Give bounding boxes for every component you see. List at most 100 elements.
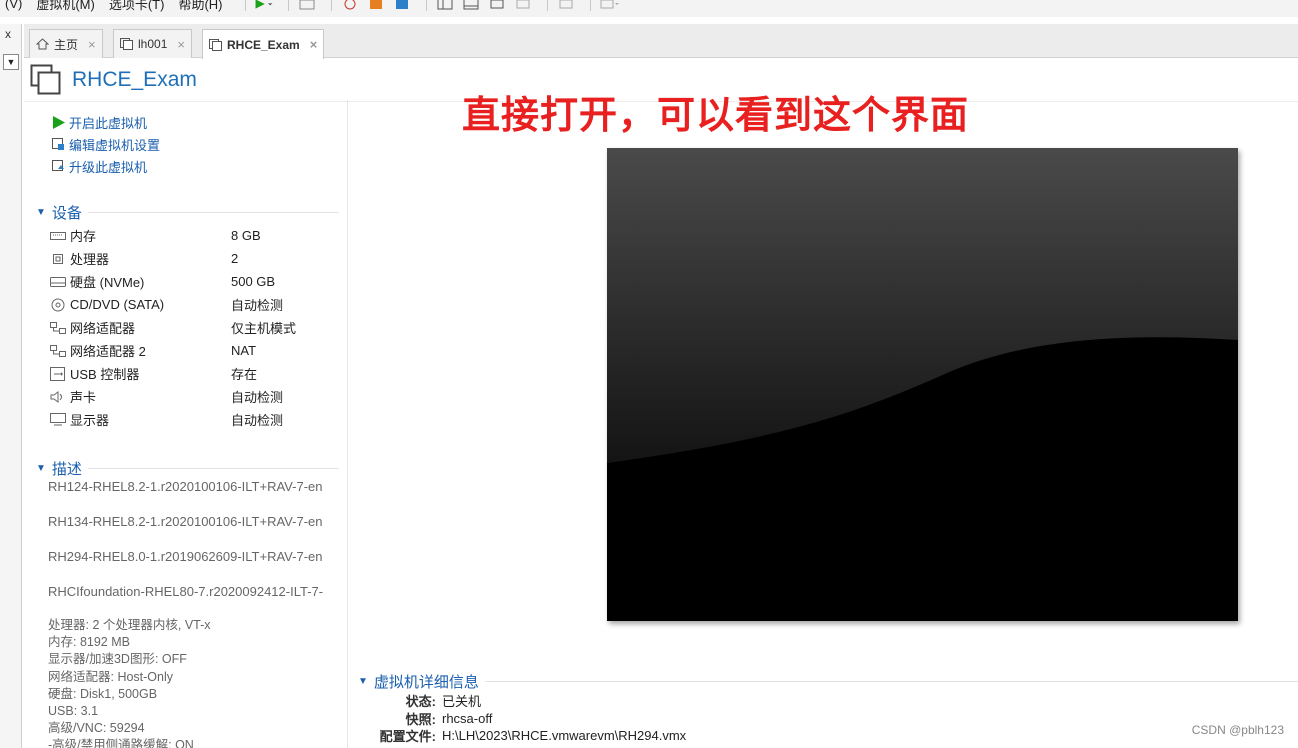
stretch-button[interactable] — [599, 0, 619, 11]
memory-icon — [49, 229, 66, 243]
device-value: 仅主机模式 — [231, 321, 297, 336]
description-section-header[interactable]: ▼ 描述 — [36, 458, 339, 479]
cd-icon — [49, 298, 66, 312]
edit-vm-settings-link[interactable]: 编辑虚拟机设置 — [51, 133, 160, 155]
device-row-hard-disk[interactable]: 硬盘 (NVMe) 500 GB — [49, 270, 349, 293]
snapshot-manager-button[interactable] — [392, 0, 412, 11]
section-rule — [87, 212, 339, 213]
toolbar-separator — [425, 0, 427, 11]
annotation-text: 直接打开，可以看到这个界面 — [462, 95, 970, 137]
library-dropdown-icon[interactable]: ▼ — [3, 54, 19, 70]
collapse-arrow-icon[interactable]: ▼ — [358, 676, 368, 687]
device-value: 2 — [231, 251, 239, 266]
vm-header: RHCE_Exam — [30, 62, 197, 98]
power-on-vm-link[interactable]: 开启此虚拟机 — [51, 111, 160, 133]
device-value: 自动检测 — [231, 413, 284, 428]
vm-detail-row-snapshot: 快照: rhcsa-off — [360, 710, 686, 728]
console-button[interactable] — [556, 0, 576, 11]
unity-icon — [516, 0, 529, 8]
description-detail-line: USB: 3.1 — [48, 703, 99, 718]
toolbar-separator — [244, 0, 246, 11]
devices-section-header[interactable]: ▼ 设备 — [36, 202, 339, 223]
vm-icon — [209, 38, 222, 51]
description-details: 处理器: 2 个处理器内核, VT-x 内存: 8192 MB 显示器/加速3D… — [48, 617, 340, 748]
device-row-sound-card[interactable]: 声卡 自动检测 — [49, 385, 349, 408]
vm-icon — [120, 38, 133, 50]
description-detail-line: -高级/禁用侧通路缓解: ON — [48, 738, 194, 748]
close-tab-icon[interactable]: × — [310, 37, 318, 52]
close-tab-icon[interactable]: × — [177, 37, 185, 52]
vm-preview-graphic — [607, 148, 1238, 621]
devices-section-title: 设备 — [51, 205, 82, 222]
vm-large-icon — [30, 64, 61, 95]
view-library-button[interactable] — [435, 0, 455, 11]
vm-detail-row-config-file: 配置文件: H:\LH\2023\RHCE.vmwarevm\RH294.vmx — [360, 727, 687, 745]
collapse-arrow-icon[interactable]: ▼ — [36, 207, 46, 218]
revert-snapshot-button[interactable] — [366, 0, 386, 11]
close-tab-icon[interactable]: × — [88, 37, 96, 52]
detail-value: rhcsa-off — [442, 710, 493, 726]
vm-screen-preview[interactable] — [607, 148, 1238, 621]
unity-button[interactable] — [513, 0, 533, 11]
device-row-network-adapter[interactable]: 网络适配器 仅主机模式 — [49, 316, 349, 339]
detail-label: 配置文件: — [379, 729, 436, 745]
description-text[interactable]: RH124-RHEL8.2-1.r2020100106-ILT+RAV-7-en… — [48, 479, 340, 619]
device-row-cd-dvd[interactable]: CD/DVD (SATA) 自动检测 — [49, 293, 349, 316]
full-screen-button[interactable] — [487, 0, 507, 11]
description-detail-line: 网络适配器: Host-Only — [48, 669, 174, 684]
upgrade-vm-link[interactable]: 升级此虚拟机 — [51, 155, 160, 177]
detail-value: 已关机 — [442, 694, 482, 710]
device-value: NAT — [231, 343, 257, 358]
description-section-title: 描述 — [51, 461, 82, 478]
device-row-usb-controller[interactable]: USB 控制器 存在 — [49, 362, 349, 385]
vm-actions: 开启此虚拟机 编辑虚拟机设置 升级此虚拟机 — [51, 111, 160, 177]
description-detail-line: 内存: 8192 MB — [48, 635, 130, 650]
vm-details-section-header[interactable]: ▼ 虚拟机详细信息 — [358, 671, 1298, 692]
description-line: RH134-RHEL8.2-1.r2020100106-ILT+RAV-7-en — [48, 514, 323, 529]
menu-vm[interactable]: 虚拟机(M) — [36, 0, 95, 13]
device-list: 内存 8 GB 处理器 2 硬盘 (NVMe) 500 GB CD/DVD (S… — [49, 224, 349, 431]
thumbnail-icon — [463, 0, 478, 9]
action-label: 编辑虚拟机设置 — [69, 137, 161, 153]
toolbar-separator — [330, 0, 332, 11]
watermark: CSDN @pblh123 — [1191, 723, 1284, 737]
detail-value: H:\LH\2023\RHCE.vmwarevm\RH294.vmx — [442, 728, 687, 744]
cpu-icon — [49, 252, 66, 266]
vm-detail-row-state: 状态: 已关机 — [360, 692, 686, 710]
device-row-memory[interactable]: 内存 8 GB — [49, 224, 349, 247]
tab-home[interactable]: 主页 × — [29, 29, 103, 58]
disk-icon — [49, 275, 66, 289]
device-row-network-adapter-2[interactable]: 网络适配器 2 NAT — [49, 339, 349, 362]
collapse-arrow-icon[interactable]: ▼ — [36, 463, 46, 474]
menu-bar: (V) 虚拟机(M) 选项卡(T) 帮助(H) — [0, 0, 1298, 17]
menu-view[interactable]: (V) — [5, 0, 22, 11]
section-rule — [484, 681, 1298, 682]
device-name: 网络适配器 — [70, 321, 136, 336]
tab-rhce-exam[interactable]: RHCE_Exam × — [202, 29, 325, 59]
section-rule — [87, 468, 339, 469]
tab-label: RHCE_Exam — [227, 37, 300, 52]
send-ctrl-alt-del-button[interactable] — [297, 0, 317, 11]
snapshot-icon — [344, 0, 355, 9]
device-row-cpu[interactable]: 处理器 2 — [49, 247, 349, 270]
tab-label: lh001 — [138, 37, 168, 51]
sound-icon — [49, 390, 66, 404]
description-line: RH294-RHEL8.0-1.r2019062609-ILT+RAV-7-en — [48, 549, 323, 564]
play-icon — [51, 115, 65, 129]
power-on-toolbar-button[interactable] — [254, 0, 274, 11]
view-thumbnail-button[interactable] — [461, 0, 481, 11]
menu-help[interactable]: 帮助(H) — [178, 0, 222, 13]
device-name: CD/DVD (SATA) — [70, 297, 165, 312]
menu-tabs[interactable]: 选项卡(T) — [109, 0, 165, 13]
device-row-display[interactable]: 显示器 自动检测 — [49, 408, 349, 431]
snapshot-button[interactable] — [340, 0, 360, 11]
revert-snapshot-icon — [369, 0, 382, 9]
device-name: 硬盘 (NVMe) — [70, 275, 145, 290]
device-name: 声卡 — [70, 390, 97, 405]
tab-lh001[interactable]: lh001 × — [113, 29, 192, 58]
snapshot-manager-icon — [395, 0, 408, 9]
network-icon — [49, 321, 66, 335]
close-library-icon[interactable]: x — [5, 27, 11, 41]
tab-bar: 主页 × lh001 × RHCE_Exam × — [24, 24, 1298, 59]
device-value: 500 GB — [231, 274, 276, 289]
